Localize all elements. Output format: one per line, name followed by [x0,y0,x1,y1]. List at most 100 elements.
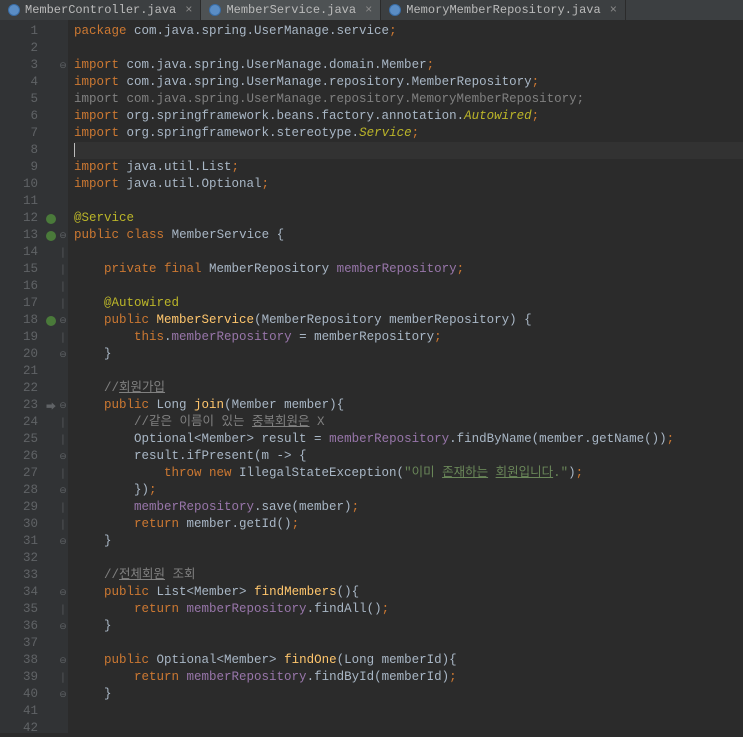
params: (Long memberId){ [337,653,457,667]
str: 존재하는 [442,466,488,480]
kw: public [104,585,157,599]
str: 회원입니다 [496,466,554,480]
kw: import [74,109,119,123]
str: "이미 [404,466,442,480]
code-editor[interactable]: 1234567891011121314151617181920212223242… [0,20,743,733]
kw: package [74,24,127,38]
brace: } [104,534,112,548]
call: .findById(memberId) [307,670,450,684]
kw: import [74,160,119,174]
semi: ; [412,126,420,140]
java-class-icon [8,4,20,16]
comment: // [104,568,119,582]
semi: ; [149,483,157,497]
brace: }) [134,483,149,497]
kw: throw new [164,466,239,480]
brace: { [277,228,285,242]
tab-label: MemberService.java [226,3,356,17]
field: memberRepository [187,670,307,684]
kw: public [74,228,119,242]
annotation: @Autowired [104,296,179,310]
semi: ; [292,517,300,531]
comment: //같은 이름이 있는 [134,415,252,429]
pkg: java.util.Optional [119,177,262,191]
field: memberRepository [134,500,254,514]
semi: ; [457,262,465,276]
params: (MemberRepository memberRepository) { [254,313,532,327]
pkg: org.springframework.stereotype. [119,126,359,140]
decl: Optional<Member> result = [134,432,329,446]
method: join [194,398,224,412]
class-name: MemberService [172,228,270,242]
close-icon[interactable]: × [365,3,372,17]
field: memberRepository [187,602,307,616]
kw: import [74,58,119,72]
pkg: org.springframework.beans.factory.annota… [119,109,464,123]
java-class-icon [209,4,221,16]
kw: public [104,398,157,412]
comment: 중복회원은 [252,415,310,429]
semi: ; [667,432,675,446]
tab-label: MemoryMemberRepository.java [406,3,600,17]
assign: = memberRepository [292,330,435,344]
gutter-marks: ⮕ [44,20,58,733]
type: List<Member> [157,585,255,599]
kw: return [134,517,187,531]
java-class-icon [389,4,401,16]
brace: } [104,687,112,701]
semi: ; [576,466,584,480]
field: memberRepository [329,432,449,446]
call: .save(member) [254,500,352,514]
ann: Service [359,126,412,140]
params: (){ [337,585,360,599]
pkg: com.java.spring.UserManage.repository.Me… [119,75,532,89]
brace: } [104,347,112,361]
method: findMembers [254,585,337,599]
kw: return [134,670,187,684]
brace: } [104,619,112,633]
kw: return [134,602,187,616]
semi: ; [532,75,540,89]
comment: // [104,381,119,395]
semi: ; [262,177,270,191]
tab-member-controller[interactable]: MemberController.java × [0,0,201,20]
type: Long [157,398,195,412]
semi: ; [232,160,240,174]
type: Optional<Member> [157,653,285,667]
close-icon[interactable]: × [610,3,617,17]
tab-label: MemberController.java [25,3,176,17]
cursor [74,143,75,157]
dot: . [164,330,172,344]
tab-member-service[interactable]: MemberService.java × [201,0,381,20]
editor-tabs: MemberController.java × MemberService.ja… [0,0,743,20]
semi: ; [449,670,457,684]
kw: this [134,330,164,344]
kw: private final [104,262,209,276]
semi: ; [382,602,390,616]
field: memberRepository [337,262,457,276]
fold-column: ⊖⊖││││⊖│⊖⊖││⊖│⊖││⊖⊖│⊖⊖│⊖ [58,20,68,733]
semi: ; [352,500,360,514]
field: memberRepository [172,330,292,344]
lambda: result.ifPresent(m -> { [134,449,307,463]
kw: public [104,313,157,327]
call: member.getId() [187,517,292,531]
str [488,466,496,480]
paren: ) [568,466,576,480]
semi: ; [427,58,435,72]
tab-memory-repo[interactable]: MemoryMemberRepository.java × [381,0,626,20]
close-icon[interactable]: × [185,3,192,17]
exc: IllegalStateException( [239,466,404,480]
code-area[interactable]: package com.java.spring.UserManage.servi… [68,20,743,733]
kw: import [74,126,119,140]
params: (Member member){ [224,398,344,412]
kw: import [74,75,119,89]
call: .findByName(member.getName()) [449,432,667,446]
kw: import [74,177,119,191]
semi: ; [389,24,397,38]
comment: 조회 [165,568,196,582]
semi: ; [532,109,540,123]
semi: ; [434,330,442,344]
call: .findAll() [307,602,382,616]
str: ." [553,466,568,480]
